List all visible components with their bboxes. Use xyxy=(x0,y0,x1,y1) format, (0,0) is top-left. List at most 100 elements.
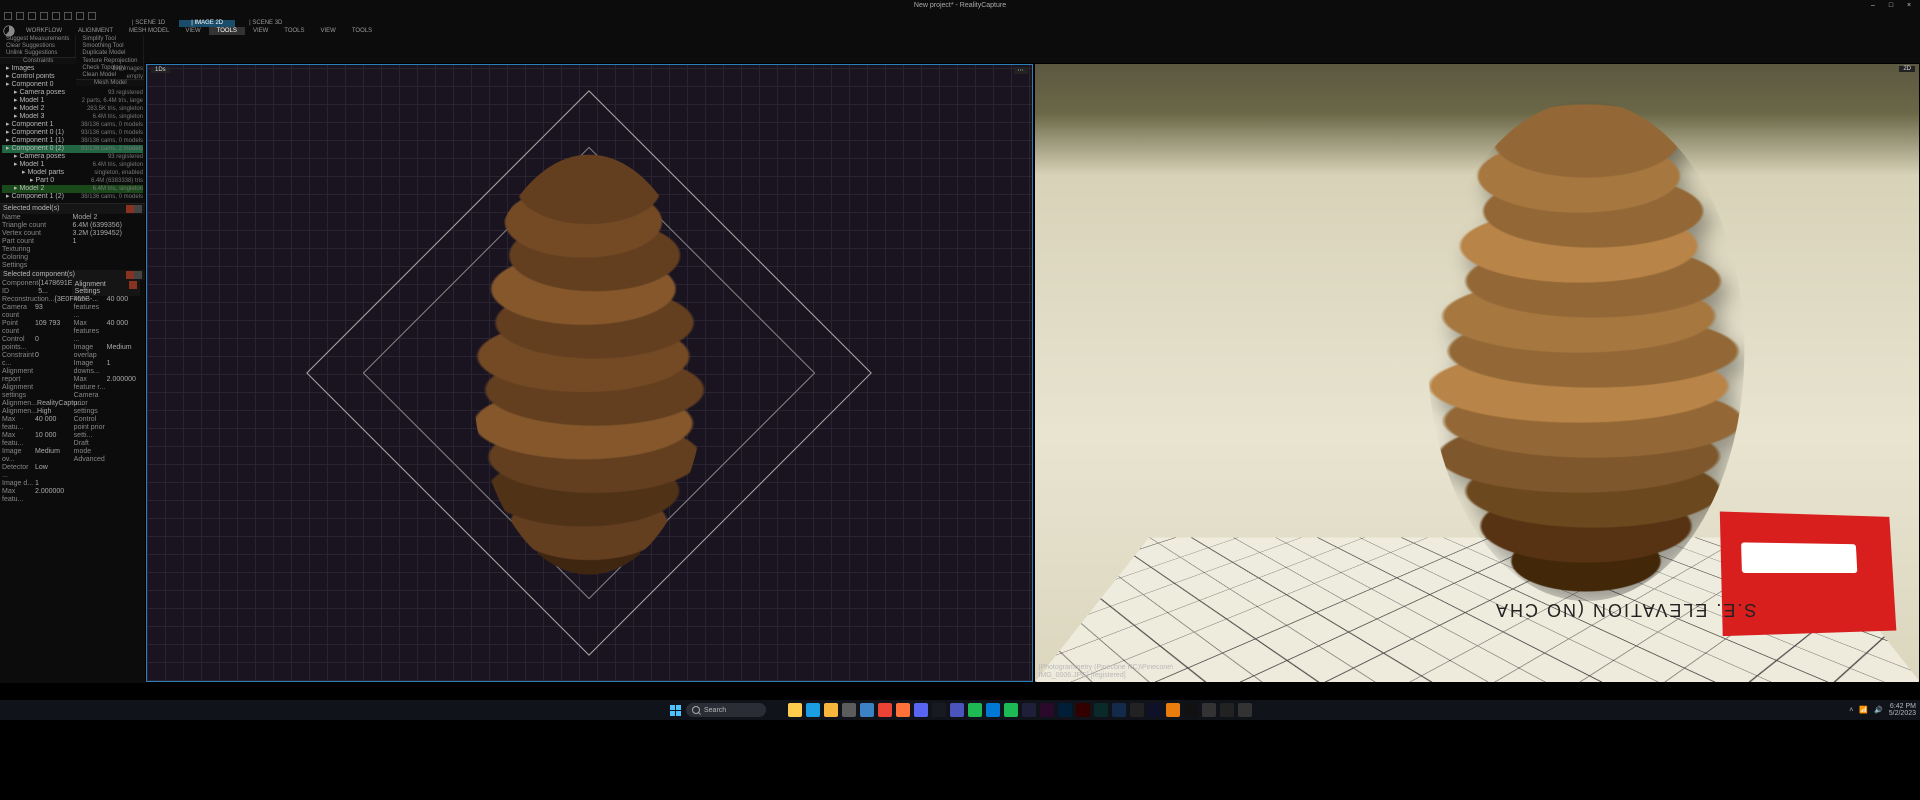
property-row[interactable]: Vertex count3.2M (3199452) xyxy=(2,230,143,238)
property-row[interactable]: Max featu...10 000 xyxy=(2,432,68,448)
property-row[interactable]: Constraint c...0 xyxy=(2,352,68,368)
system-tray[interactable]: ˄ 📶 🔊 6:42 PM 5/2/2023 xyxy=(1849,703,1916,717)
quick-icon[interactable] xyxy=(52,12,60,20)
layer-tab[interactable]: | SCENE 3D xyxy=(237,20,294,27)
viewport-menu-icon[interactable]: ⋯ xyxy=(1014,67,1028,74)
taskbar-app-start[interactable] xyxy=(770,703,784,717)
property-row[interactable]: Camera count93 xyxy=(2,304,68,320)
tree-row[interactable]: ▸ Part 06.4M (6383338) tris xyxy=(2,177,143,185)
quick-icon[interactable] xyxy=(64,12,72,20)
minimize-button[interactable]: – xyxy=(1868,2,1878,9)
property-row[interactable]: Draft mode xyxy=(74,440,140,456)
property-row[interactable]: Image downs...1 xyxy=(74,360,140,376)
tray-volume-icon[interactable]: 🔊 xyxy=(1874,706,1883,714)
taskbar-app-dn[interactable] xyxy=(1094,703,1108,717)
taskbar-app-teams[interactable] xyxy=(950,703,964,717)
quick-icon[interactable] xyxy=(40,12,48,20)
taskbar-app-ue[interactable] xyxy=(1148,703,1162,717)
ribbon-command[interactable]: Simplify Tool xyxy=(82,36,137,42)
tree-row[interactable]: ▸ Component 1 (2)38/136 cams, 0 models xyxy=(2,193,143,201)
taskbar-app-rc[interactable] xyxy=(1184,703,1198,717)
property-row[interactable]: Max features ...40 000 xyxy=(74,320,140,344)
property-row[interactable]: Control point prior setti... xyxy=(74,416,140,440)
ribbon-tab[interactable]: TOOLS xyxy=(209,27,245,35)
property-row[interactable]: Max featu...40 000 xyxy=(2,416,68,432)
ribbon-tab[interactable]: TOOLS xyxy=(344,27,380,35)
taskbar-app-store[interactable] xyxy=(860,703,874,717)
property-row[interactable]: Reconstruction...{3E0F455B-... xyxy=(2,296,68,304)
taskbar-clock[interactable]: 6:42 PM 5/2/2023 xyxy=(1889,703,1916,717)
tray-chevron-icon[interactable]: ˄ xyxy=(1849,707,1853,714)
tree-row[interactable]: ▸ Component 0 (1)93/136 cams, 0 models xyxy=(2,129,143,137)
property-row[interactable]: Coloring xyxy=(2,254,143,262)
ribbon-command[interactable]: Duplicate Model xyxy=(82,50,137,56)
property-row[interactable]: Advanced xyxy=(74,456,140,464)
property-row[interactable]: Settings xyxy=(2,262,143,270)
ribbon-command[interactable]: Texture Reprojection xyxy=(82,58,137,64)
property-row[interactable]: Max feature r...2.000000 xyxy=(74,376,140,392)
quick-icon[interactable] xyxy=(76,12,84,20)
taskbar-app-folder[interactable] xyxy=(824,703,838,717)
taskbar-app-blender[interactable] xyxy=(1166,703,1180,717)
taskbar-app-spotify[interactable] xyxy=(1004,703,1018,717)
taskbar-app-unity[interactable] xyxy=(1130,703,1144,717)
taskbar-app-app6[interactable] xyxy=(1238,703,1252,717)
property-row[interactable]: Component ID{1478691E-5... xyxy=(2,280,68,296)
property-row[interactable]: Alignment report xyxy=(2,368,68,384)
property-row[interactable]: Image overlapMedium xyxy=(74,344,140,360)
panel-close-icon[interactable] xyxy=(134,205,142,213)
tree-row[interactable]: ▸ Model 12 parts, 6.4M tris, large xyxy=(2,97,143,105)
property-row[interactable]: Part count1 xyxy=(2,238,143,246)
panel-pin-icon[interactable] xyxy=(129,281,137,289)
ribbon-command[interactable]: Check Topology xyxy=(82,65,137,71)
quick-icon[interactable] xyxy=(28,12,36,20)
taskbar-app-app4[interactable] xyxy=(1202,703,1216,717)
ribbon-tab[interactable]: MESH MODEL xyxy=(121,27,177,35)
taskbar-app-app3[interactable] xyxy=(1112,703,1126,717)
taskbar-app-app1[interactable] xyxy=(968,703,982,717)
taskbar-app-app5[interactable] xyxy=(1220,703,1234,717)
ribbon-tab[interactable]: VIEW xyxy=(177,27,208,35)
panel-pin-icon[interactable] xyxy=(126,205,134,213)
taskbar-app-pr[interactable] xyxy=(1040,703,1054,717)
ribbon-command[interactable]: Clean Model xyxy=(82,72,137,78)
taskbar-app-ai[interactable] xyxy=(1076,703,1090,717)
property-row[interactable]: Point count109 793 xyxy=(2,320,68,336)
tray-wifi-icon[interactable]: 📶 xyxy=(1859,706,1868,714)
tree-row[interactable]: ▸ Component 1 (1)38/136 cams, 0 models xyxy=(2,137,143,145)
quick-icon[interactable] xyxy=(16,12,24,20)
property-row[interactable]: NameModel 2 xyxy=(2,214,143,222)
panel-close-icon[interactable] xyxy=(134,271,142,279)
tree-row[interactable]: ▸ Model 16.4M tris, singleton xyxy=(2,161,143,169)
panel-pin-icon[interactable] xyxy=(126,271,134,279)
taskbar-app-settings[interactable] xyxy=(842,703,856,717)
ribbon-tab[interactable]: ALIGNMENT xyxy=(70,27,121,35)
taskbar-search[interactable]: Search xyxy=(686,703,766,717)
property-row[interactable]: Control points...0 xyxy=(2,336,68,352)
property-row[interactable]: Texturing xyxy=(2,246,143,254)
ribbon-tab[interactable]: TOOLS xyxy=(276,27,312,35)
property-row[interactable]: Max featu...2.000000 xyxy=(2,488,68,504)
taskbar-app-ps[interactable] xyxy=(1058,703,1072,717)
maximize-button[interactable]: □ xyxy=(1886,2,1896,9)
viewport-3d[interactable]: 1Ds ⋯ xyxy=(146,64,1033,682)
taskbar-app-app2[interactable] xyxy=(986,703,1000,717)
tree-row[interactable]: ▸ Component 138/136 cams, 0 models xyxy=(2,121,143,129)
property-row[interactable]: Alignment settings xyxy=(2,384,68,400)
taskbar-app-edge[interactable] xyxy=(806,703,820,717)
quick-icon[interactable] xyxy=(88,12,96,20)
layer-tab[interactable]: | SCENE 1D xyxy=(120,20,177,27)
tree-row[interactable]: ▸ Model 26.4M tris, singleton xyxy=(2,185,143,193)
ribbon-command[interactable]: Unlink Suggestions xyxy=(6,50,69,56)
property-row[interactable]: Alignmen...RealityCaptu... xyxy=(2,400,68,408)
ribbon-command[interactable]: Suggest Measurements xyxy=(6,36,69,42)
taskbar-app-discord[interactable] xyxy=(914,703,928,717)
tree-row[interactable]: ▸ Model partssingleton, enabled xyxy=(2,169,143,177)
quick-icon[interactable] xyxy=(4,12,12,20)
tree-row[interactable]: ▸ Model 2283.5K tris, singleton xyxy=(2,105,143,113)
tree-row[interactable]: ▸ Model 36.4M tris, singleton xyxy=(2,113,143,121)
tree-row[interactable]: ▸ Camera poses93 registered xyxy=(2,89,143,97)
property-row[interactable]: Alignmen...High xyxy=(2,408,68,416)
ribbon-command[interactable]: Smoothing Tool xyxy=(82,43,137,49)
ribbon-tab[interactable]: WORKFLOW xyxy=(18,27,70,35)
